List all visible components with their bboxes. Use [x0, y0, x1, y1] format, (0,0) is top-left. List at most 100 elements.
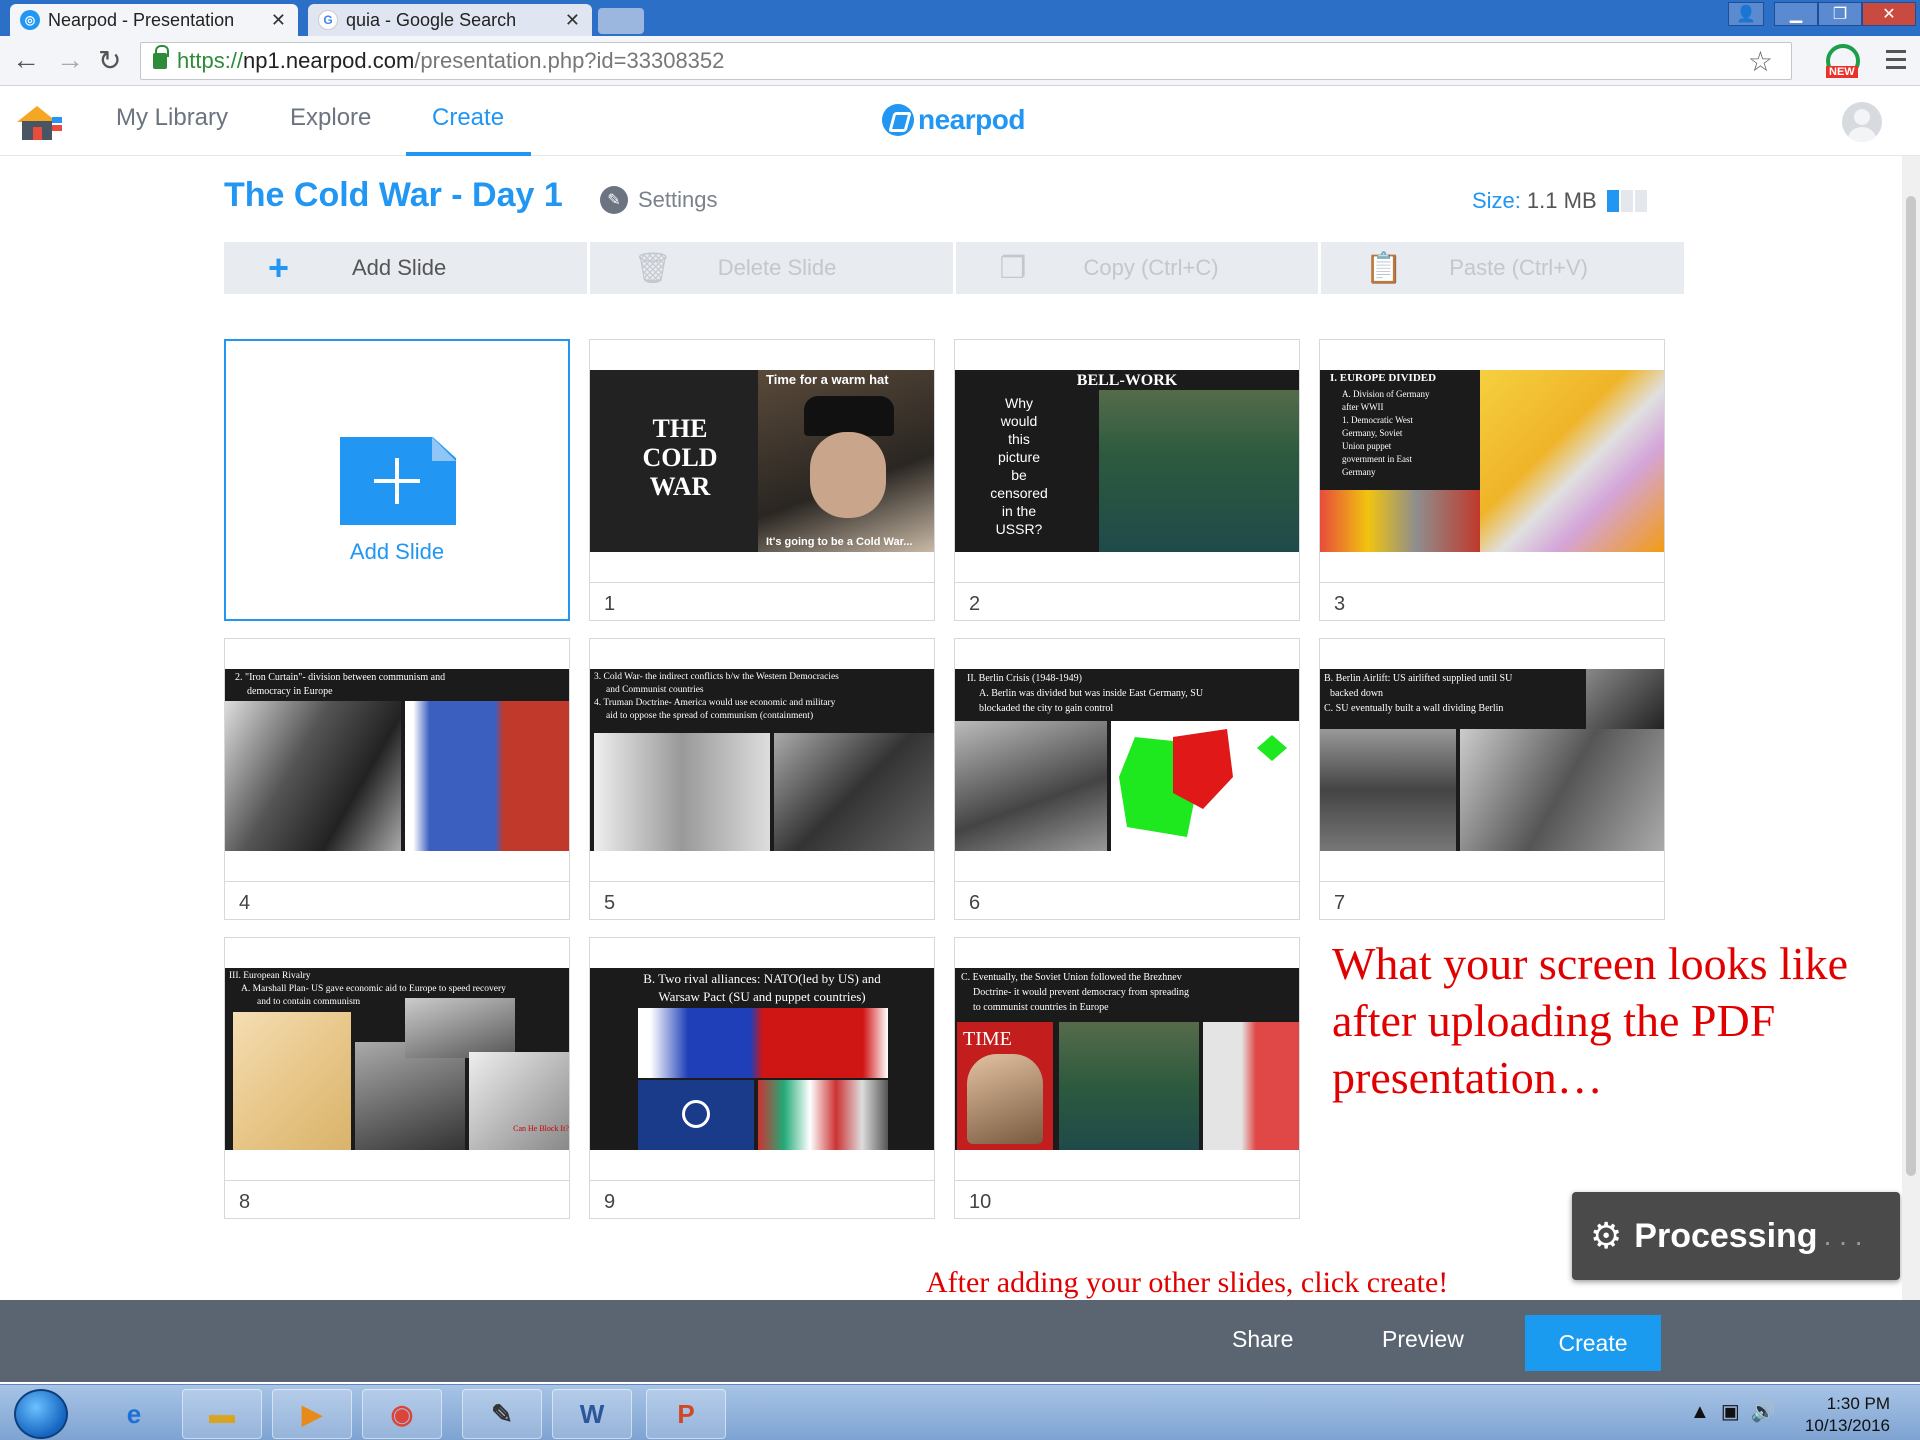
nearpod-header: My Library Explore Create nearpod — [0, 86, 1920, 156]
reload-icon[interactable]: ↻ — [98, 44, 121, 77]
chrome-icon[interactable]: ◉ — [362, 1389, 442, 1439]
close-tab-icon[interactable]: ✕ — [271, 10, 286, 31]
slide-text-line: C. SU eventually built a wall dividing B… — [1324, 703, 1504, 714]
presentation-size: Size: 1.1 MB — [1472, 188, 1649, 214]
slide-thumbnail: 3. Cold War- the indirect conflicts b/w … — [590, 669, 934, 851]
slide-number: 3 — [1320, 582, 1664, 620]
slide-number: 6 — [955, 881, 1299, 919]
page-scrollbar[interactable] — [1902, 156, 1920, 1300]
clock-time: 1:30 PM — [1826, 1394, 1890, 1413]
berlin-photo — [955, 721, 1107, 851]
processing-label: Processing — [1634, 1216, 1818, 1255]
slide-card-6[interactable]: II. Berlin Crisis (1948-1949) A. Berlin … — [954, 638, 1300, 920]
slide-number: 9 — [590, 1180, 934, 1218]
processing-toast: ⚙ Processing . . . — [1572, 1192, 1900, 1280]
slide-text-line: to communist countries in Europe — [973, 1002, 1109, 1013]
copy-icon: ❐ — [999, 251, 1027, 285]
slide-number: 7 — [1320, 881, 1664, 919]
settings-button[interactable]: ✎ Settings — [600, 186, 718, 214]
slide-card-4[interactable]: 2. "Iron Curtain"- division between comm… — [224, 638, 570, 920]
internet-explorer-icon[interactable]: e — [94, 1389, 174, 1439]
forward-arrow-icon[interactable]: → — [56, 44, 84, 76]
slide-title-line: COLD — [642, 443, 718, 472]
editor-footer: Share Preview Create — [0, 1300, 1920, 1382]
trash-icon: 🗑 — [633, 251, 672, 285]
close-tab-icon[interactable]: ✕ — [565, 10, 580, 31]
alliances-map — [638, 1008, 888, 1078]
media-player-icon[interactable]: ▶ — [272, 1389, 352, 1439]
avatar[interactable] — [1842, 102, 1882, 142]
slide-number: 5 — [590, 881, 934, 919]
slide-text-line: A. Division of Germany — [1342, 389, 1430, 399]
share-button[interactable]: Share — [1232, 1326, 1293, 1353]
nato-flag — [638, 1080, 754, 1150]
paste-button[interactable]: 📋 Paste (Ctrl+V) — [1321, 242, 1684, 294]
slide-text-line: Why — [1005, 395, 1033, 411]
add-slide-button[interactable]: + Add Slide — [224, 242, 590, 294]
lock-icon — [153, 45, 169, 69]
slide-card-1[interactable]: THE COLD WAR Time for a warm hat It's go… — [589, 339, 935, 621]
slide-card-8[interactable]: III. European Rivalry A. Marshall Plan- … — [224, 937, 570, 1219]
home-icon[interactable] — [14, 102, 64, 142]
add-slide-card[interactable]: Add Slide — [224, 339, 570, 621]
slide-caption: Can He Block It? — [513, 1124, 569, 1133]
spelling-app-icon[interactable]: ✎ — [462, 1389, 542, 1439]
create-button[interactable]: Create — [1525, 1315, 1661, 1371]
slide-text-line: and Communist countries — [606, 685, 704, 695]
file-explorer-icon[interactable]: ▬ — [182, 1389, 262, 1439]
powerpoint-icon[interactable]: P — [646, 1389, 726, 1439]
grammarly-extension-icon[interactable]: NEW — [1826, 44, 1862, 80]
maximize-button[interactable]: ❐ — [1818, 2, 1862, 26]
size-meter — [1606, 190, 1649, 212]
slide-card-3[interactable]: I. EUROPE DIVIDED A. Division of Germany… — [1319, 339, 1665, 621]
preview-button[interactable]: Preview — [1382, 1326, 1464, 1353]
copy-button[interactable]: ❐ Copy (Ctrl+C) — [956, 242, 1322, 294]
word-icon[interactable]: W — [552, 1389, 632, 1439]
url-field[interactable]: https:// np1.nearpod.com /presentation.p… — [140, 42, 1792, 80]
slide-thumbnail: C. Eventually, the Soviet Union followed… — [955, 968, 1299, 1150]
close-window-button[interactable]: ✕ — [1862, 2, 1916, 26]
url-host: np1.nearpod.com — [243, 48, 415, 73]
slide-text-line: B. Two rival alliances: NATO(led by US) … — [643, 971, 881, 986]
slide-card-10[interactable]: C. Eventually, the Soviet Union followed… — [954, 937, 1300, 1219]
chrome-menu-icon[interactable] — [1886, 50, 1906, 74]
slide-title-line: WAR — [649, 472, 711, 501]
back-arrow-icon[interactable]: ← — [12, 44, 40, 76]
slide-thumbnail: B. Two rival alliances: NATO(led by US) … — [590, 968, 934, 1150]
tab-nearpod[interactable]: ◎ Nearpod - Presentation ✕ — [10, 4, 298, 36]
delete-slide-label: Delete Slide — [717, 255, 837, 280]
slide-text-line: democracy in Europe — [247, 686, 333, 697]
slide-text-line: A. Marshall Plan- US gave economic aid t… — [241, 984, 506, 994]
slide-text-line: 4. Truman Doctrine- America would use ec… — [594, 698, 836, 708]
nav-create[interactable]: Create — [432, 104, 504, 132]
user-profile-icon[interactable]: 👤 — [1728, 2, 1764, 26]
new-tab-button[interactable] — [598, 8, 644, 34]
slide-text-line: blockaded the city to gain control — [979, 703, 1114, 714]
slide-card-2[interactable]: BELL-WORK Why would this picture be cens… — [954, 339, 1300, 621]
nav-my-library[interactable]: My Library — [116, 104, 228, 132]
slide-card-5[interactable]: 3. Cold War- the indirect conflicts b/w … — [589, 638, 935, 920]
system-tray[interactable]: ▲ ▣ 🔊 — [1690, 1399, 1776, 1424]
slide-card-9[interactable]: B. Two rival alliances: NATO(led by US) … — [589, 937, 935, 1219]
page-title: The Cold War - Day 1 — [224, 176, 563, 214]
nav-explore[interactable]: Explore — [290, 104, 371, 132]
slide-text-line: and to contain communism — [257, 997, 361, 1007]
pencil-icon: ✎ — [600, 186, 628, 214]
slide-thumbnail: B. Berlin Airlift: US airlifted supplied… — [1320, 669, 1664, 851]
taskbar-clock[interactable]: 1:30 PM 10/13/2016 — [1790, 1393, 1890, 1437]
delete-slide-button[interactable]: 🗑 Delete Slide — [590, 242, 956, 294]
slide-text-line: 2. "Iron Curtain"- division between comm… — [235, 672, 446, 683]
tab-google-search[interactable]: G quia - Google Search ✕ — [308, 4, 592, 36]
bookmark-star-icon[interactable]: ☆ — [1748, 45, 1773, 78]
nearpod-favicon-icon: ◎ — [20, 10, 40, 30]
minimize-button[interactable]: ▁ — [1774, 2, 1818, 26]
slide-text-line: Germany — [1342, 467, 1376, 477]
slide-text-line: 1. Democratic West — [1342, 415, 1413, 425]
plus-icon: + — [268, 247, 290, 288]
slide-number: 10 — [955, 1180, 1299, 1218]
start-button[interactable] — [14, 1389, 68, 1439]
slide-number: 2 — [955, 582, 1299, 620]
slide-card-7[interactable]: B. Berlin Airlift: US airlifted supplied… — [1319, 638, 1665, 920]
size-label: Size: — [1472, 188, 1521, 213]
slide-text-line: picture — [997, 449, 1041, 465]
